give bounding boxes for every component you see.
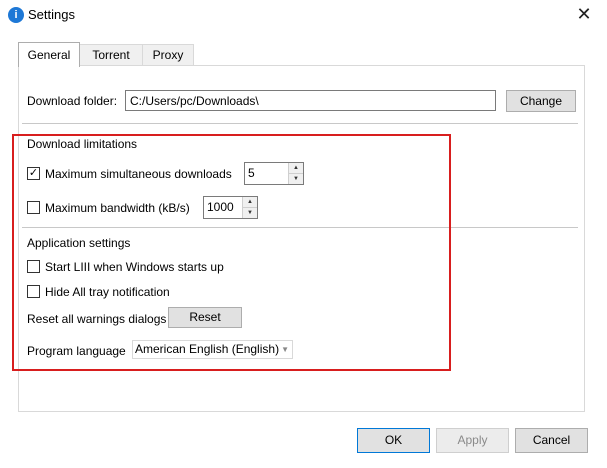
window-title: Settings	[28, 7, 75, 22]
program-language-select[interactable]: American English (English) ▼	[132, 340, 293, 359]
max-bandwidth-label: Maximum bandwidth (kB/s)	[45, 201, 190, 215]
change-button[interactable]: Change	[506, 90, 576, 112]
download-folder-label: Download folder:	[27, 94, 118, 108]
separator	[22, 123, 578, 124]
start-with-windows-label: Start LIII when Windows starts up	[45, 260, 224, 274]
ok-button[interactable]: OK	[357, 428, 430, 453]
tab-torrent[interactable]: Torrent	[79, 44, 143, 66]
tab-proxy[interactable]: Proxy	[142, 44, 194, 66]
hide-tray-checkbox[interactable]	[27, 285, 40, 298]
reset-button[interactable]: Reset	[168, 307, 242, 328]
spin-up-icon[interactable]: ▲	[243, 197, 257, 208]
max-downloads-checkbox[interactable]: ✓	[27, 167, 40, 180]
close-icon[interactable]: ✕	[573, 4, 595, 26]
application-settings-heading: Application settings	[27, 236, 131, 250]
spin-up-icon[interactable]: ▲	[289, 163, 303, 174]
spin-down-icon[interactable]: ▼	[289, 174, 303, 184]
download-folder-field[interactable]: C:/Users/pc/Downloads\	[125, 90, 496, 111]
separator	[22, 227, 578, 228]
max-bandwidth-spinner[interactable]: 1000 ▲ ▼	[203, 196, 258, 219]
start-with-windows-checkbox[interactable]	[27, 260, 40, 273]
max-bandwidth-checkbox[interactable]	[27, 201, 40, 214]
max-bandwidth-value: 1000	[207, 200, 234, 214]
max-downloads-value: 5	[248, 166, 255, 180]
chevron-down-icon: ▼	[281, 345, 289, 354]
title-bar: i Settings ✕	[0, 0, 607, 30]
hide-tray-label: Hide All tray notification	[45, 285, 170, 299]
reset-warnings-label: Reset all warnings dialogs	[27, 312, 167, 326]
cancel-button[interactable]: Cancel	[515, 428, 588, 453]
download-limitations-heading: Download limitations	[27, 137, 138, 151]
spin-down-icon[interactable]: ▼	[243, 208, 257, 218]
max-downloads-label: Maximum simultaneous downloads	[45, 167, 232, 181]
program-language-value: American English (English)	[135, 342, 280, 356]
tab-general[interactable]: General	[18, 42, 80, 67]
max-downloads-spinner[interactable]: 5 ▲ ▼	[244, 162, 304, 185]
apply-button[interactable]: Apply	[436, 428, 509, 453]
app-info-icon: i	[8, 7, 24, 23]
program-language-label: Program language	[27, 344, 126, 358]
